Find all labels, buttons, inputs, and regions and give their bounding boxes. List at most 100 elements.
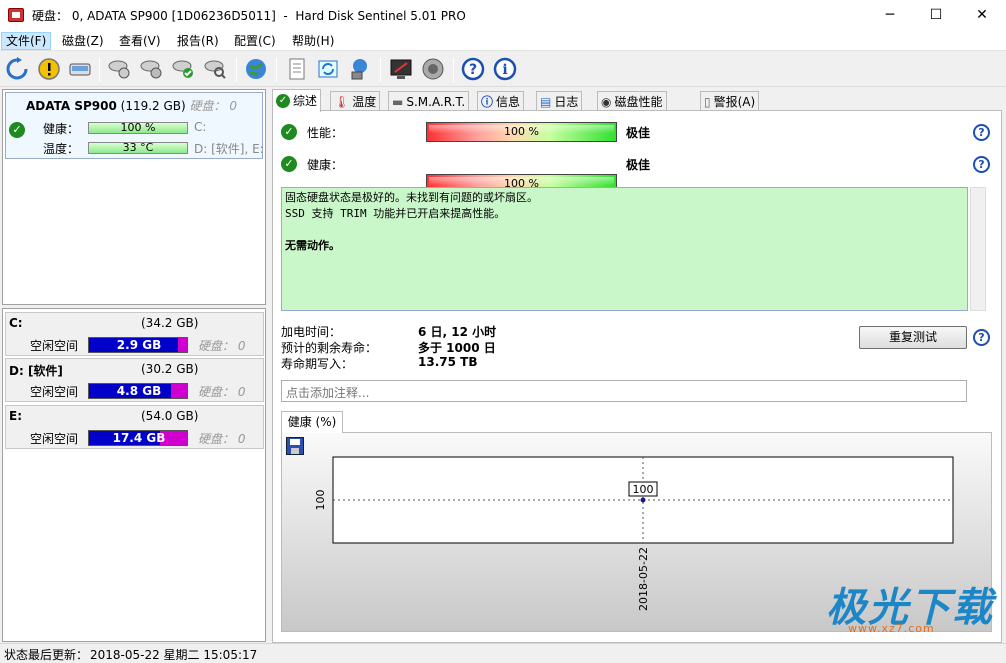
note-input[interactable]: 点击添加注释... (281, 380, 967, 402)
sync-icon[interactable] (315, 56, 341, 82)
menu-report[interactable]: 报告(R) (173, 32, 223, 50)
tab-label: 磁盘性能 (614, 94, 663, 109)
disk-health-bar: 100 % (88, 122, 188, 134)
power-on-label: 加电时间： (281, 325, 342, 339)
free-space-value: 17.4 GB (112, 431, 166, 445)
disk-temp-bar: 33 °C (88, 142, 188, 154)
speaker-icon[interactable] (420, 56, 446, 82)
report-icon[interactable] (284, 56, 310, 82)
menu-file[interactable]: 文件(F) (1, 32, 52, 50)
tab-label: 温度 (352, 94, 377, 109)
info-icon[interactable]: i (492, 56, 518, 82)
globe-icon[interactable] (243, 56, 269, 82)
alert-icon[interactable] (36, 56, 62, 82)
tab-smart[interactable]: ▬ S.M.A.R.T. (388, 91, 470, 111)
power-on-value: 6 日, 12 小时 (418, 325, 497, 339)
help-icon[interactable]: ? (460, 56, 486, 82)
info-icon: ⓘ (481, 94, 494, 109)
tab-overview[interactable]: ✓ 综述 (272, 89, 322, 112)
maximize-button[interactable]: ☐ (913, 0, 959, 31)
disk-temp-label: 温度： (43, 142, 80, 156)
performance-rating: 极佳 (626, 126, 651, 140)
tab-info[interactable]: ⓘ 信息 (477, 91, 525, 111)
tab-alerts[interactable]: ▯ 警报(A) (700, 91, 760, 111)
title-bar: 硬盘： 0, ADATA SP900 [1D06236D5011] - Hard… (0, 0, 1006, 31)
disk-entry[interactable]: ADATA SP900 (119.2 GB) 硬盘： 0 ✓ 健康： 100 %… (5, 92, 264, 159)
performance-value: 100 % (504, 125, 539, 138)
network-icon[interactable] (347, 56, 373, 82)
partition-size: (34.2 GB) (141, 316, 199, 330)
help-icon[interactable]: ? (973, 329, 990, 346)
log-icon: ▤ (540, 94, 552, 109)
toolbar-separator (380, 58, 381, 82)
help-icon[interactable]: ? (973, 156, 990, 173)
tab-label: S.M.A.R.T. (406, 94, 466, 109)
partition-d[interactable]: D: [软件] (30.2 GB) 空闲空间 4.8 GB 硬盘： 0 (5, 358, 264, 402)
disk-size: (119.2 GB) (120, 99, 186, 113)
free-space-value: 4.8 GB (116, 384, 162, 398)
monitor-icon[interactable] (388, 56, 414, 82)
disk-ok-icon[interactable] (170, 56, 196, 82)
partition-name: D: [软件] (9, 364, 63, 378)
partition-name: E: (9, 409, 22, 423)
status-label: 状态最后更新： (4, 648, 89, 662)
minimize-button[interactable]: ─ (867, 0, 913, 31)
chart-tab-health[interactable]: 健康 (%) (281, 411, 343, 433)
partition-panel: C: (34.2 GB) 空闲空间 2.9 GB 硬盘： 0 D: [软件] (… (2, 308, 266, 642)
tab-label: 综述 (293, 94, 318, 108)
thermometer-icon: 🌡 (334, 94, 350, 109)
tab-temperature[interactable]: 🌡 温度 (330, 91, 381, 111)
status-timestamp: 2018-05-22 星期二 15:05:17 (90, 648, 258, 662)
x-tick-label: 2018-05-22 (637, 547, 650, 611)
menu-help[interactable]: 帮助(H) (288, 32, 338, 50)
retest-button[interactable]: 重复测试 (859, 326, 967, 349)
remaining-life-label: 预计的剩余寿命： (281, 341, 378, 355)
disk-hdd-label: 硬盘： (189, 99, 226, 113)
tab-label: 日志 (554, 94, 579, 109)
close-button[interactable]: ✕ (959, 0, 1005, 31)
disk-drive-letters: C: (194, 120, 207, 134)
tab-log[interactable]: ▤ 日志 (536, 91, 583, 111)
status-description: 固态硬盘状态是极好的。未找到有问题的或坏扇区。 SSD 支持 TRIM 功能并已… (281, 187, 968, 311)
status-bar: 状态最后更新： 2018-05-22 星期二 15:05:17 (0, 643, 1006, 663)
status-scrollbar[interactable] (970, 187, 986, 311)
tab-label: 信息 (496, 94, 521, 109)
partition-c[interactable]: C: (34.2 GB) 空闲空间 2.9 GB 硬盘： 0 (5, 312, 264, 356)
disk-name: ADATA SP900 (26, 99, 117, 113)
health-rating: 极佳 (626, 158, 651, 172)
menu-view[interactable]: 查看(V) (115, 32, 165, 50)
health-label: 健康： (307, 158, 344, 172)
refresh-icon[interactable] (4, 56, 30, 82)
disk-hdd-value: 0 (229, 99, 238, 113)
disk-health-label: 健康： (43, 122, 80, 136)
performance-label: 性能： (307, 126, 344, 140)
app-icon[interactable] (8, 8, 24, 22)
partition-name: C: (9, 316, 23, 330)
partition-e[interactable]: E: (54.0 GB) 空闲空间 17.4 GB 硬盘： 0 (5, 405, 264, 449)
data-point (640, 497, 646, 503)
check-icon: ✓ (9, 122, 25, 138)
toolbar-separator (99, 58, 100, 82)
tab-disk-performance[interactable]: ◉ 磁盘性能 (597, 91, 667, 111)
disk-health-value: 100 % (120, 121, 156, 134)
menu-bar: 文件(F) 磁盘(Z) 查看(V) 报告(R) 配置(C) 帮助(H) (0, 31, 1006, 51)
free-space-label: 空闲空间 (30, 385, 79, 399)
disk-test-icon[interactable] (106, 56, 132, 82)
disk-temp-value: 33 °C (122, 141, 154, 154)
partition-hdd-label: 硬盘： 0 (198, 385, 246, 399)
toolbar-separator (236, 58, 237, 82)
partition-hdd-label: 硬盘： 0 (198, 339, 246, 353)
check-icon: ✓ (281, 124, 297, 140)
menu-config[interactable]: 配置(C) (230, 32, 280, 50)
disk-drive-letters-2: D: [软件], E: (194, 142, 264, 156)
data-label: 100 (633, 483, 654, 496)
disk-icon[interactable] (67, 56, 93, 82)
menu-disk[interactable]: 磁盘(Z) (58, 32, 108, 50)
help-icon[interactable]: ? (973, 124, 990, 141)
disk-test2-icon[interactable] (138, 56, 164, 82)
remaining-life-value: 多于 1000 日 (418, 341, 496, 355)
toolbar: ? i (0, 52, 1006, 87)
performance-bar: 100 % (426, 122, 617, 142)
disk-find-icon[interactable] (202, 56, 228, 82)
lifetime-writes-value: 13.75 TB (418, 355, 478, 369)
